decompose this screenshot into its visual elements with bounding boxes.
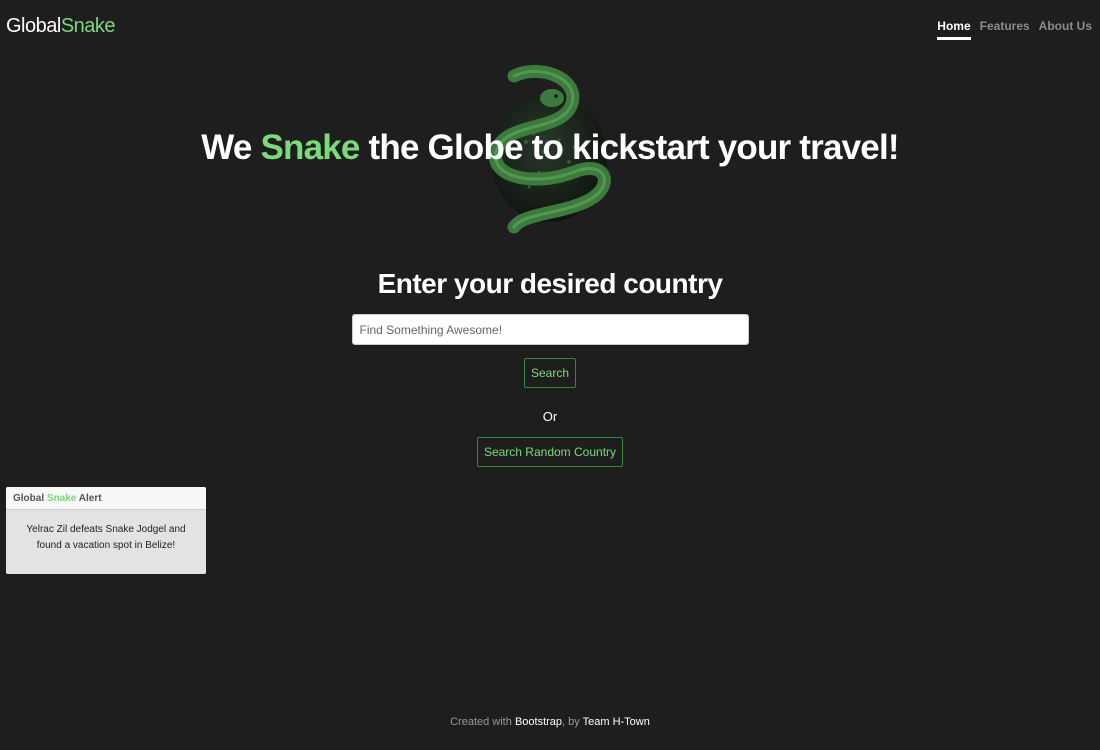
alert-title-prefix: Global bbox=[13, 493, 45, 504]
alert-header: Global Snake Alert bbox=[6, 487, 206, 510]
brand-prefix: Global bbox=[6, 14, 61, 37]
hero-title-prefix: We bbox=[201, 128, 252, 167]
brand-logo[interactable]: GlobalSnake bbox=[6, 14, 116, 38]
search-heading: Enter your desired country bbox=[377, 268, 723, 299]
hero-title-suffix: the Globe to kickstart your travel! bbox=[368, 128, 900, 167]
nav-link-features[interactable]: Features bbox=[980, 13, 1030, 40]
or-label: Or bbox=[542, 409, 558, 424]
footer: Created with Bootstrap, by Team H-Town bbox=[0, 716, 1100, 728]
navbar: GlobalSnake Home Features About Us bbox=[0, 0, 1100, 52]
footer-prefix: Created with bbox=[450, 716, 512, 728]
search-input[interactable] bbox=[351, 314, 749, 345]
alert-card: Global Snake Alert Yelrac Zil defeats Sn… bbox=[6, 487, 206, 574]
footer-link-team[interactable]: Team H-Town bbox=[583, 716, 650, 728]
brand-accent: Snake bbox=[60, 14, 116, 37]
search-random-country-button[interactable]: Search Random Country bbox=[476, 437, 624, 467]
hero-title: We Snake the Globe to kickstart your tra… bbox=[0, 128, 1100, 168]
alert-title-accent: Snake bbox=[46, 493, 77, 504]
search-section: Enter your desired country Search Or Sea… bbox=[0, 268, 1100, 467]
nav-links: Home Features About Us bbox=[937, 13, 1092, 40]
nav-link-home[interactable]: Home bbox=[937, 13, 971, 40]
hero: We Snake the Globe to kickstart your tra… bbox=[0, 62, 1100, 247]
nav-link-about-us[interactable]: About Us bbox=[1039, 13, 1092, 40]
hero-title-accent: Snake bbox=[260, 128, 360, 167]
footer-middle: , by bbox=[562, 716, 580, 728]
alert-message: Yelrac Zil defeats Snake Jodgel and foun… bbox=[26, 524, 186, 551]
alert-title-suffix: Alert bbox=[78, 493, 102, 504]
footer-link-bootstrap[interactable]: Bootstrap bbox=[515, 716, 562, 728]
search-button[interactable]: Search bbox=[523, 358, 577, 388]
